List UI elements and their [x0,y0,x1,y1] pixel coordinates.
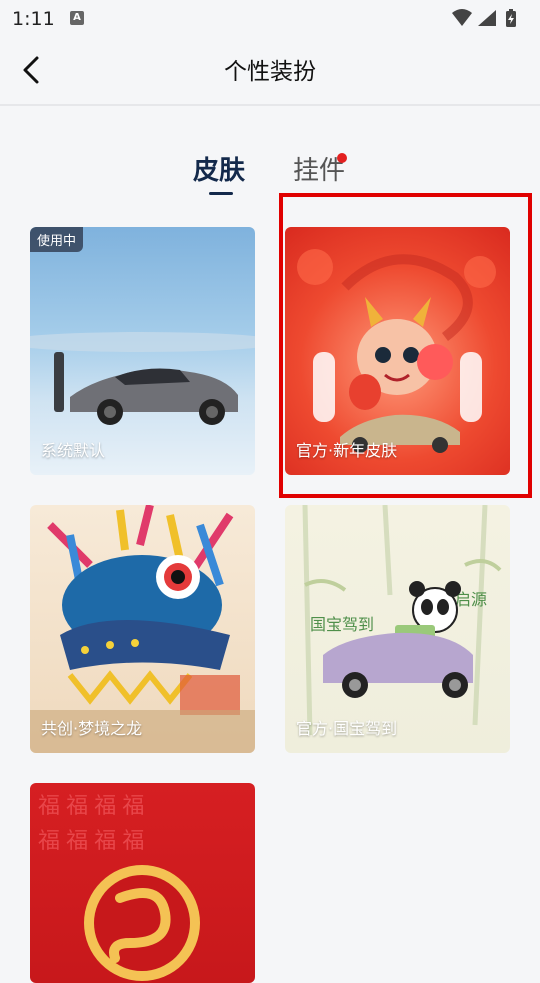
skin-label: 系统默认 [41,441,106,460]
in-use-badge: 使用中 [30,227,84,252]
active-tab-indicator [209,192,233,195]
skin-label: 官方·新年皮肤 [296,441,398,460]
signal-icon [478,10,496,26]
wifi-icon [452,9,472,26]
skin-card-dream-dragon[interactable]: 共创·梦境之龙 [30,505,255,753]
new-badge-dot [337,153,347,163]
notification-icon: A [70,11,84,25]
svg-text:国宝驾到: 国宝驾到 [310,616,374,634]
battery-icon [506,9,516,27]
svg-text:福 福 福 福: 福 福 福 福 [38,793,144,818]
app-bar: 个性装扮 [0,36,540,106]
status-time: 1:11 [12,8,55,30]
status-icons [450,7,530,33]
skin-card-default[interactable]: 使用中 系统默认 [30,227,255,475]
skin-label: 共创·梦境之龙 [41,719,143,738]
tab-skin[interactable]: 皮肤 [193,150,245,187]
skin-card-snake-year[interactable]: 福 福 福 福 福 福 福 福 [30,783,255,983]
tab-bar: 皮肤 挂件 [0,150,540,200]
skin-card-new-year[interactable]: 官方·新年皮肤 [285,227,510,475]
svg-text:福 福 福 福: 福 福 福 福 [38,828,144,853]
page-title: 个性装扮 [224,59,316,85]
snake-emblem-image: 福 福 福 福 福 福 福 福 [38,793,200,981]
skin-card-national-treasure[interactable]: 国宝驾到 美好启源 官方·国宝驾到 [285,505,510,753]
skin-label: 官方·国宝驾到 [296,719,398,738]
status-bar: 1:11 A [0,0,540,36]
